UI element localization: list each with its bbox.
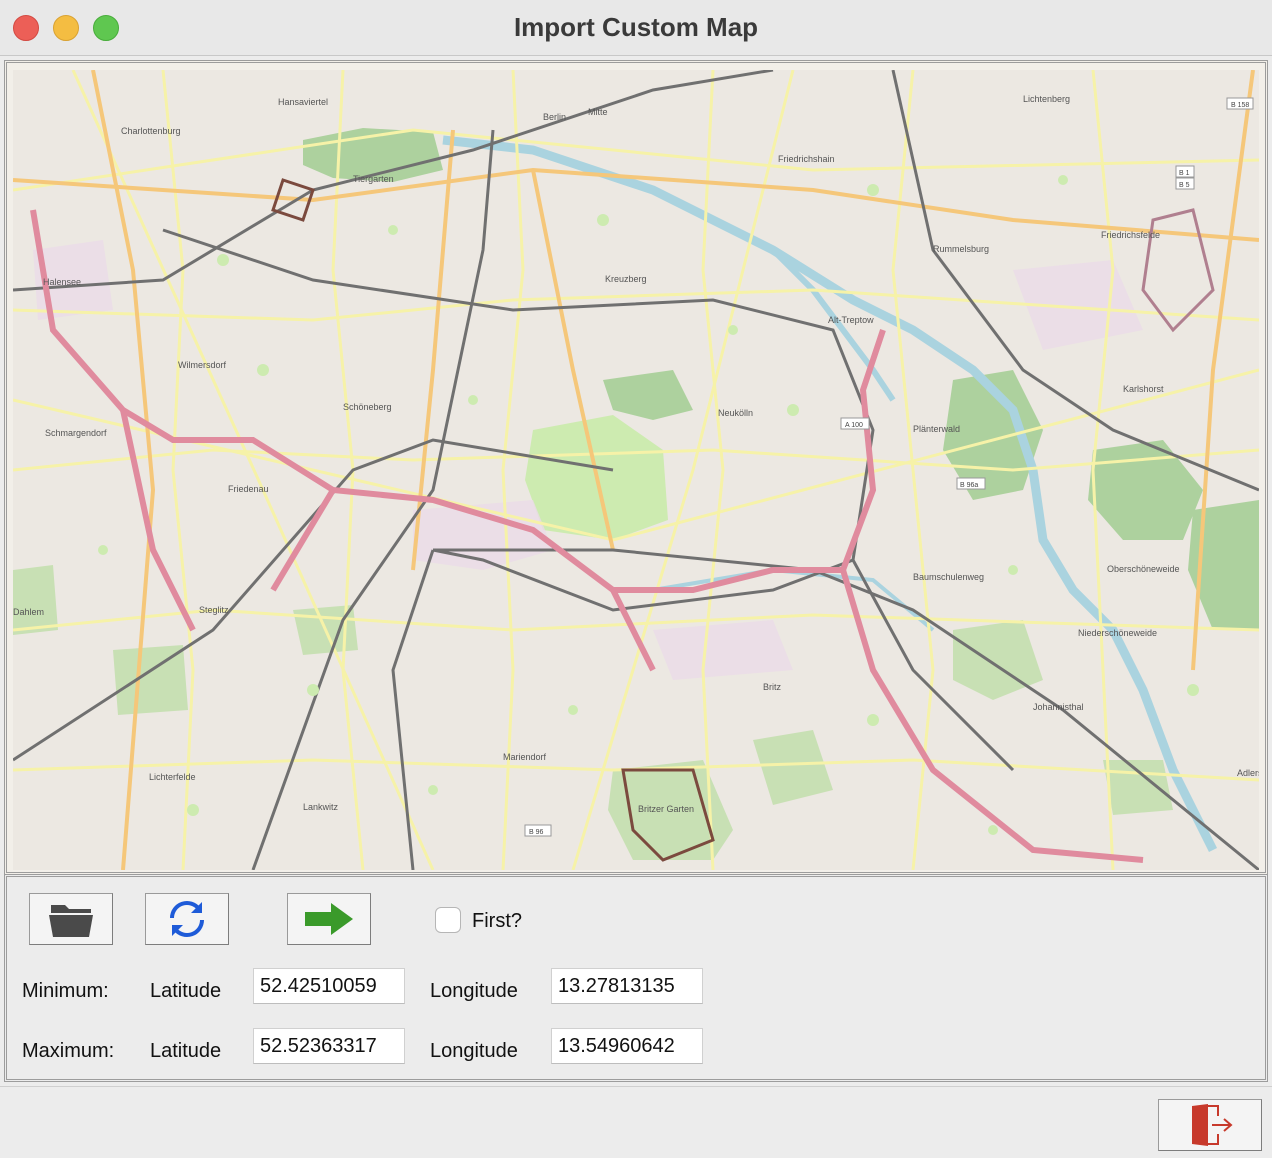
- min-longitude-input[interactable]: [551, 968, 703, 1004]
- map-label: Britzer Garten: [638, 804, 694, 814]
- exit-door-icon: [1192, 1104, 1233, 1146]
- map-label: Britz: [763, 682, 782, 692]
- max-latitude-input[interactable]: [253, 1028, 405, 1064]
- map-label: Schöneberg: [343, 402, 392, 412]
- map-label: Oberschöneweide: [1107, 564, 1180, 574]
- bottom-bar: [0, 1086, 1272, 1158]
- road-shield: B 1: [1179, 170, 1190, 177]
- road-shield: B 96: [529, 829, 544, 836]
- map-image[interactable]: Berlin Mitte Charlottenburg Hansaviertel…: [13, 70, 1259, 870]
- map-panel: Berlin Mitte Charlottenburg Hansaviertel…: [4, 60, 1268, 875]
- map-label: Johannisthal: [1033, 702, 1084, 712]
- map-label: Hansaviertel: [278, 97, 328, 107]
- arrow-right-icon: [305, 903, 353, 935]
- window-title: Import Custom Map: [513, 12, 759, 42]
- map-label: Baumschulenweg: [913, 572, 984, 582]
- road-shield: B 96a: [960, 482, 978, 489]
- min-latitude-label: Latitude: [150, 980, 222, 1002]
- minimum-label: Minimum:: [22, 980, 109, 1002]
- map-label: Friedrichshain: [778, 154, 835, 164]
- map-label: Lankwitz: [303, 802, 339, 812]
- map-label: Friedenau: [228, 484, 269, 494]
- road-shield: B 158: [1231, 102, 1249, 109]
- map-label: Steglitz: [199, 605, 229, 615]
- map-label: Berlin: [543, 112, 566, 122]
- map-label: Kreuzberg: [605, 274, 647, 284]
- map-label: Tiergarten: [353, 174, 394, 184]
- map-label: Schmargendorf: [45, 428, 107, 438]
- min-latitude-input[interactable]: [253, 968, 405, 1004]
- map-label: Plänterwald: [913, 424, 960, 434]
- first-checkbox[interactable]: [435, 907, 461, 933]
- maximum-label: Maximum:: [22, 1040, 115, 1062]
- map-label: Alt-Treptow: [828, 315, 874, 325]
- map-label: Lichtenberg: [1023, 94, 1070, 104]
- road-shield: B 5: [1179, 182, 1190, 189]
- map-label: Friedrichsfelde: [1101, 230, 1160, 240]
- max-longitude-label: Longitude: [430, 1040, 518, 1062]
- refresh-button[interactable]: [145, 893, 229, 945]
- min-longitude-label: Longitude: [430, 980, 518, 1002]
- map-graphic: Berlin Mitte Charlottenburg Hansaviertel…: [13, 70, 1259, 870]
- map-label: Rummelsburg: [933, 244, 989, 254]
- first-label: First?: [472, 910, 522, 932]
- max-longitude-input[interactable]: [551, 1028, 703, 1064]
- map-label: Neukölln: [718, 408, 753, 418]
- road-shield: A 100: [845, 422, 863, 429]
- map-label: Halensee: [43, 277, 81, 287]
- max-latitude-label: Latitude: [150, 1040, 222, 1062]
- map-label: Mariendorf: [503, 752, 547, 762]
- map-label: Mitte: [588, 107, 608, 117]
- map-label: Charlottenburg: [121, 126, 181, 136]
- folder-icon: [49, 905, 93, 937]
- map-label: Niederschöneweide: [1078, 628, 1157, 638]
- map-label: Lichterfelde: [149, 772, 196, 782]
- exit-button[interactable]: [1158, 1099, 1262, 1151]
- map-label: Karlshorst: [1123, 384, 1164, 394]
- map-label: Dahlem: [13, 607, 44, 617]
- next-button[interactable]: [287, 893, 371, 945]
- map-label: Adlershof: [1237, 768, 1259, 778]
- open-map-button[interactable]: [29, 893, 113, 945]
- title-bar: Import Custom Map: [0, 0, 1272, 56]
- control-panel: First? Minimum: Latitude Longitude Maxim…: [4, 874, 1268, 1082]
- map-label: Wilmersdorf: [178, 360, 227, 370]
- refresh-icon: [170, 901, 204, 937]
